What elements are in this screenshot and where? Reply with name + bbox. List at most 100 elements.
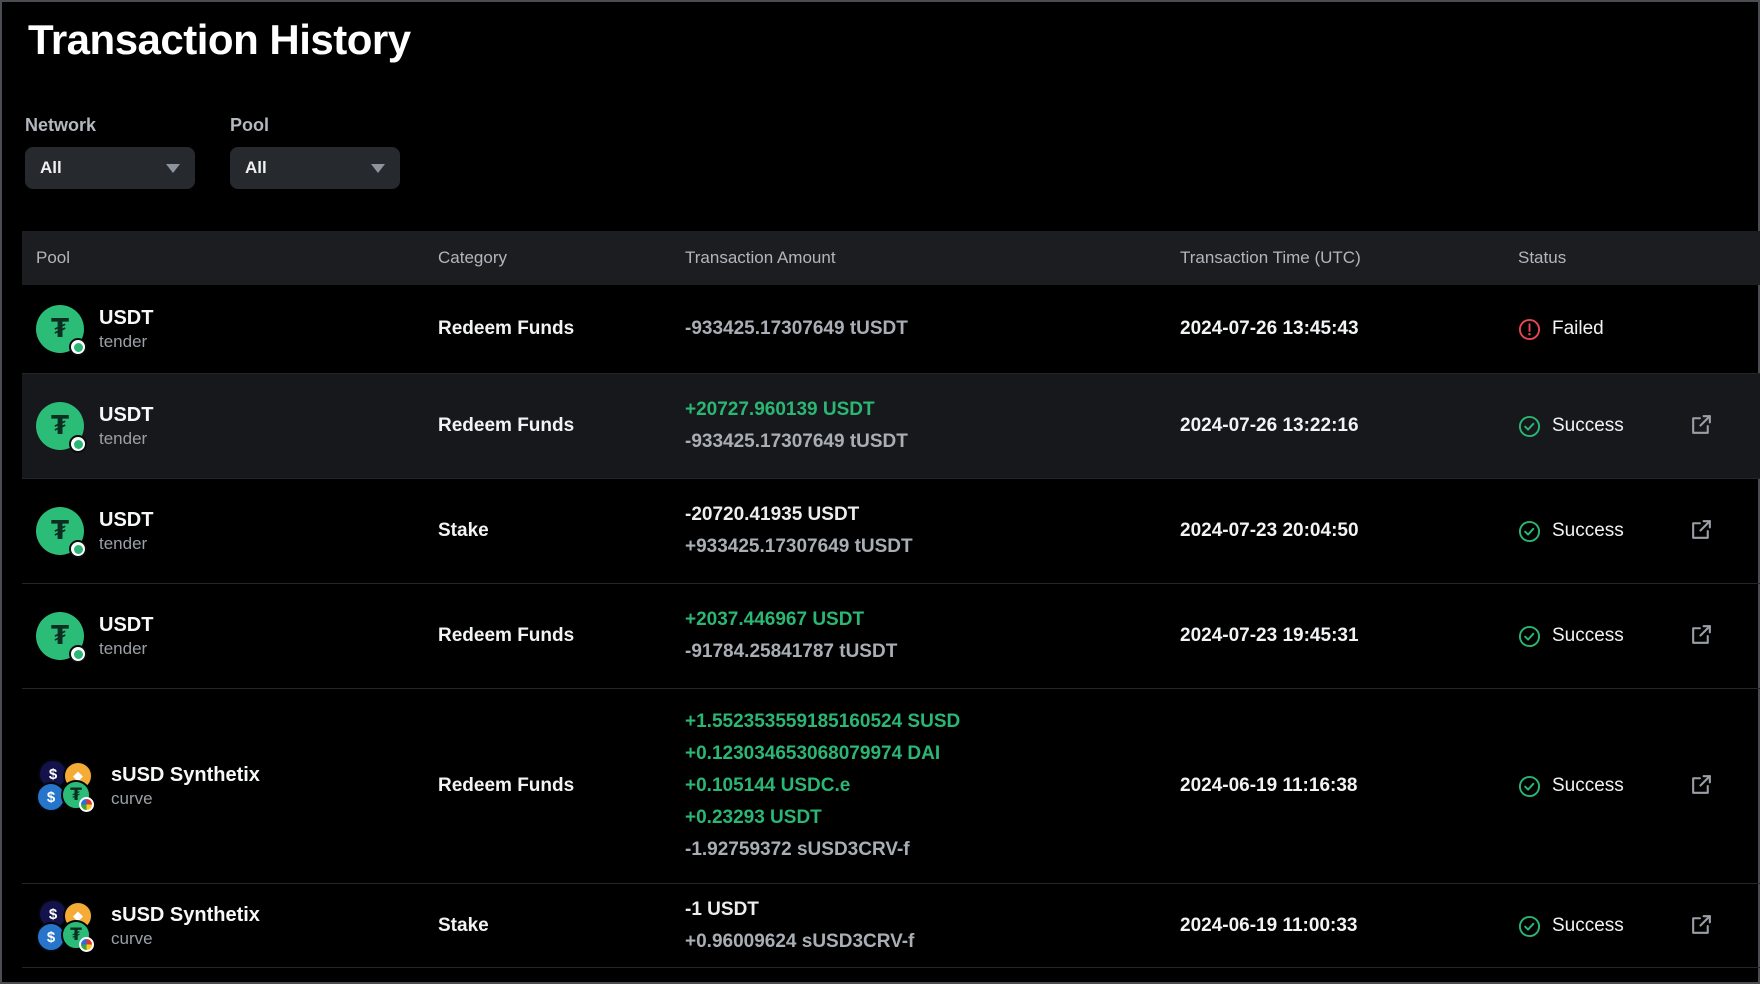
table-row[interactable]: $◆$₮sUSD SynthetixcurveStake-1 USDT+0.96… [22, 884, 1760, 968]
amount-cell: -20720.41935 USDT+933425.17307649 tUSDT [685, 499, 1180, 563]
pool-dropdown-value: All [245, 158, 267, 178]
category-cell: Redeem Funds [438, 318, 685, 340]
column-header-status: Status [1518, 248, 1686, 268]
usdt-coin-icon: ₮ [36, 402, 84, 450]
pool-dropdown[interactable]: All [230, 147, 400, 189]
pool-platform: tender [99, 638, 153, 660]
amount-line: +0.96009624 sUSD3CRV-f [685, 926, 1180, 958]
category-cell: Redeem Funds [438, 625, 685, 647]
pool-platform: tender [99, 331, 153, 353]
table-row[interactable]: ₮USDTtenderStake-20720.41935 USDT+933425… [22, 479, 1760, 584]
external-link-button[interactable] [1686, 411, 1716, 441]
pool-platform: tender [99, 428, 153, 450]
status-label: Success [1552, 625, 1624, 647]
pool-name: USDT [99, 612, 153, 638]
amount-cell: -933425.17307649 tUSDT [685, 313, 1180, 345]
amount-line: +933425.17307649 tUSDT [685, 531, 1180, 563]
pool-filter-group: Pool All [230, 114, 400, 189]
status-label: Success [1552, 915, 1624, 937]
table-row[interactable]: ₮ USDTtender Redeem Funds-933425.17307649 … [22, 285, 1760, 374]
table-row[interactable]: ₮USDTtenderRedeem Funds+2037.446967 USDT… [22, 584, 1760, 689]
external-link-icon [1689, 622, 1714, 650]
curve-badge-icon [79, 797, 94, 812]
usdt-coin-icon: ₮ [36, 507, 84, 555]
status-label: Success [1552, 775, 1624, 797]
failed-icon [1518, 318, 1541, 341]
table-row[interactable]: ₮USDTtenderRedeem Funds+20727.960139 USD… [22, 374, 1760, 479]
success-icon [1518, 915, 1541, 938]
status-cell: Failed [1518, 318, 1686, 341]
network-badge-icon [69, 540, 87, 558]
external-link-icon [1689, 912, 1714, 940]
link-cell [1686, 411, 1742, 441]
amount-line: -933425.17307649 tUSDT [685, 313, 1180, 345]
pool-platform: curve [111, 928, 260, 950]
network-dropdown[interactable]: All [25, 147, 195, 189]
curve-badge-icon [79, 937, 94, 952]
pool-name: USDT [99, 507, 153, 533]
pool-cell: ₮ USDTtender [36, 612, 438, 660]
external-link-icon [1689, 517, 1714, 545]
status-label: Success [1552, 415, 1624, 437]
category-cell: Redeem Funds [438, 775, 685, 797]
amount-line: +0.23293 USDT [685, 802, 1180, 834]
time-cell: 2024-07-23 20:04:50 [1180, 520, 1518, 542]
amount-line: -933425.17307649 tUSDT [685, 426, 1180, 458]
pool-text: USDTtender [99, 612, 153, 660]
time-cell: 2024-07-23 19:45:31 [1180, 625, 1518, 647]
tether-glyph: ₮ [51, 518, 69, 544]
pool-name: sUSD Synthetix [111, 902, 260, 928]
external-link-button[interactable] [1686, 911, 1716, 941]
tether-glyph: ₮ [51, 316, 69, 342]
network-badge-icon [69, 338, 87, 356]
pool-text: USDTtender [99, 507, 153, 555]
pool-text: USDTtender [99, 305, 153, 353]
pool-cell: $◆$₮sUSD Synthetixcurve [36, 899, 438, 953]
network-badge-icon [69, 435, 87, 453]
success-icon [1518, 625, 1541, 648]
status-cell: Success [1518, 415, 1686, 438]
column-header-time: Transaction Time (UTC) [1180, 248, 1518, 268]
network-dropdown-value: All [40, 158, 62, 178]
filters-bar: Network All Pool All [25, 114, 1758, 189]
success-icon [1518, 415, 1541, 438]
column-header-amount: Transaction Amount [685, 248, 1180, 268]
pool-name: sUSD Synthetix [111, 762, 260, 788]
amount-cell: +20727.960139 USDT-933425.17307649 tUSDT [685, 394, 1180, 458]
success-icon [1518, 520, 1541, 543]
link-cell [1686, 911, 1742, 941]
transaction-table: Pool Category Transaction Amount Transac… [22, 231, 1760, 968]
usdt-coin-icon: ₮ [36, 612, 84, 660]
pool-cell: ₮USDTtender [36, 402, 438, 450]
amount-line: +0.123034653068079974 DAI [685, 738, 1180, 770]
pool-platform: curve [111, 788, 260, 810]
time-cell: 2024-07-26 13:22:16 [1180, 415, 1518, 437]
amount-line: +1.552353559185160524 SUSD [685, 706, 1180, 738]
column-header-category: Category [438, 248, 685, 268]
link-cell [1686, 771, 1742, 801]
success-icon [1518, 775, 1541, 798]
external-link-button[interactable] [1686, 516, 1716, 546]
pool-cell: ₮ USDTtender [36, 305, 438, 353]
page-title: Transaction History [28, 16, 1758, 64]
status-label: Failed [1552, 318, 1604, 340]
tether-glyph: ₮ [51, 413, 69, 439]
time-cell: 2024-06-19 11:16:38 [1180, 775, 1518, 797]
amount-cell: -1 USDT+0.96009624 sUSD3CRV-f [685, 894, 1180, 958]
amount-line: -20720.41935 USDT [685, 499, 1180, 531]
category-cell: Stake [438, 915, 685, 937]
external-link-icon [1689, 412, 1714, 440]
susd-pool-icon: $◆$₮ [36, 759, 96, 813]
status-cell: Success [1518, 520, 1686, 543]
network-filter-label: Network [25, 114, 195, 136]
status-cell: Success [1518, 775, 1686, 798]
column-header-pool: Pool [36, 248, 438, 268]
pool-text: sUSD Synthetixcurve [111, 762, 260, 810]
usdt-coin-icon: ₮ [36, 305, 84, 353]
status-cell: Success [1518, 915, 1686, 938]
category-cell: Redeem Funds [438, 415, 685, 437]
external-link-button[interactable] [1686, 621, 1716, 651]
table-row[interactable]: $◆$₮ sUSD Synthetixcurve Redeem Funds +1.55… [22, 689, 1760, 884]
external-link-button[interactable] [1686, 771, 1716, 801]
pool-text: sUSD Synthetixcurve [111, 902, 260, 950]
